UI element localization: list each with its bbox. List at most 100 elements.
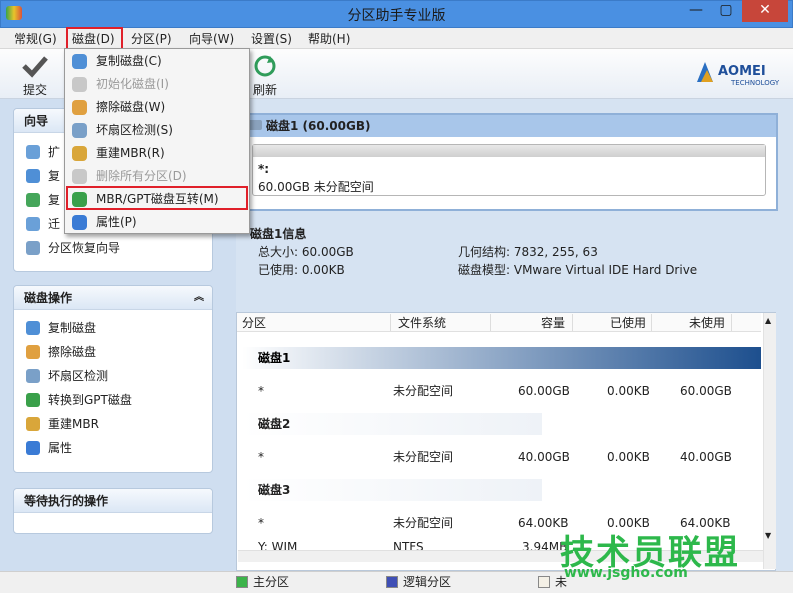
- menu-partition[interactable]: 分区(P): [131, 30, 172, 48]
- table-row-cell: 40.00GB: [680, 450, 732, 464]
- col-capacity[interactable]: 容量: [541, 315, 565, 331]
- maximize-button[interactable]: ▢: [712, 0, 740, 22]
- aomei-logo-icon: [695, 60, 715, 84]
- extend-icon: [26, 145, 40, 159]
- pending-panel: 等待执行的操作: [13, 488, 213, 534]
- brand-name: AOMEI: [718, 64, 766, 79]
- menu-item-rebuild-mbr[interactable]: 重建MBR(R): [66, 142, 248, 164]
- primary-swatch-icon: [236, 576, 248, 588]
- minimize-button[interactable]: —: [682, 0, 710, 22]
- disk-op-rebuild-mbr[interactable]: 重建MBR: [26, 414, 99, 434]
- col-divider: [731, 314, 732, 331]
- legend-logical: 逻辑分区: [386, 575, 451, 589]
- refresh-button[interactable]: 刷新: [250, 54, 280, 97]
- table-row-cell[interactable]: *: [258, 448, 264, 466]
- disk-total-size: 总大小: 60.00GB: [258, 245, 354, 259]
- col-filesystem[interactable]: 文件系统: [398, 315, 446, 331]
- partition-usage-bar: [253, 145, 765, 157]
- table-row-cell: 0.00KB: [607, 450, 650, 464]
- rebuild-mbr-icon: [72, 146, 87, 161]
- menu-item-delete-all: 删除所有分区(D): [66, 165, 248, 187]
- group-disk1[interactable]: 磁盘1: [242, 347, 761, 369]
- scroll-down-icon[interactable]: ▼: [765, 531, 771, 540]
- window-title: 分区助手专业版: [347, 8, 446, 24]
- collapse-icon[interactable]: ︽: [194, 286, 204, 310]
- disk-icon: [248, 120, 262, 130]
- copy-disk-icon: [72, 54, 87, 69]
- init-disk-icon: [72, 77, 87, 92]
- copy-partition-icon: [26, 193, 40, 207]
- table-row-cell[interactable]: *: [258, 382, 264, 400]
- table-row-cell: 未分配空间: [393, 450, 454, 464]
- table-row-cell: 0.00KB: [607, 384, 650, 398]
- legend-primary: 主分区: [236, 575, 289, 589]
- wizard-item-copy-disk[interactable]: 复: [26, 166, 60, 186]
- migrate-icon: [26, 217, 40, 231]
- partition-letter: *:: [258, 162, 270, 176]
- properties-icon: [26, 441, 40, 455]
- col-divider: [572, 314, 573, 331]
- copy-icon: [26, 169, 40, 183]
- menu-wizard[interactable]: 向导(W): [189, 30, 234, 48]
- mbr-gpt-highlight-box: [66, 186, 248, 210]
- checkmark-icon: [22, 56, 48, 78]
- close-button[interactable]: ✕: [742, 0, 788, 22]
- table-row-cell[interactable]: Y: WIM: [258, 538, 297, 550]
- wipe-disk-icon: [26, 345, 40, 359]
- submit-label: 提交: [22, 83, 47, 97]
- logical-swatch-icon: [386, 576, 398, 588]
- table-row-cell[interactable]: *: [258, 514, 264, 532]
- menu-item-properties[interactable]: 属性(P): [66, 211, 248, 233]
- menu-item-bad-sector[interactable]: 坏扇区检测(S): [66, 119, 248, 141]
- convert-gpt-icon: [26, 393, 40, 407]
- table-row-cell: 未分配空间: [393, 516, 454, 530]
- col-divider: [651, 314, 652, 331]
- disk-op-copy[interactable]: 复制磁盘: [26, 318, 96, 338]
- menu-settings[interactable]: 设置(S): [251, 30, 292, 48]
- disk-model: 磁盘模型: VMware Virtual IDE Hard Drive: [458, 263, 698, 277]
- bad-sector-icon: [72, 123, 87, 138]
- disk-card-title: 磁盘1 (60.00GB): [240, 115, 776, 137]
- group-disk3[interactable]: 磁盘3: [242, 479, 542, 501]
- col-divider: [490, 314, 491, 331]
- refresh-icon: [254, 55, 276, 77]
- legend-free: 未: [538, 575, 567, 589]
- disk-op-properties[interactable]: 属性: [26, 438, 72, 458]
- watermark-url: www.jsgho.com: [564, 565, 688, 581]
- menu-help[interactable]: 帮助(H): [308, 30, 350, 48]
- brand-sub: TECHNOLOGY: [731, 79, 780, 87]
- col-free[interactable]: 未使用: [689, 315, 725, 331]
- table-row-cell: NTFS: [393, 540, 424, 550]
- group-disk2[interactable]: 磁盘2: [242, 413, 542, 435]
- wizard-item-recovery[interactable]: 分区恢复向导: [26, 238, 120, 258]
- recovery-icon: [26, 241, 40, 255]
- col-divider: [390, 314, 391, 331]
- col-partition[interactable]: 分区: [242, 315, 266, 331]
- submit-button[interactable]: 提交: [20, 54, 50, 97]
- scroll-up-icon[interactable]: ▲: [765, 316, 771, 325]
- menu-general[interactable]: 常规(G): [14, 30, 57, 48]
- disk-ops-panel-title: 磁盘操作 ︽: [14, 286, 212, 310]
- refresh-label: 刷新: [252, 83, 277, 97]
- disk-op-wipe[interactable]: 擦除磁盘: [26, 342, 96, 362]
- wizard-item-extend[interactable]: 扩: [26, 142, 60, 162]
- menu-item-copy-disk[interactable]: 复制磁盘(C): [66, 50, 248, 72]
- menu-disk-highlight: [66, 27, 123, 50]
- disk-info-title: 磁盘1信息: [250, 227, 307, 241]
- wizard-item-migrate[interactable]: 迁: [26, 214, 60, 234]
- partition-desc: 60.00GB 未分配空间: [258, 180, 374, 194]
- wipe-disk-icon: [72, 100, 87, 115]
- wizard-item-copy-partition[interactable]: 复: [26, 190, 60, 210]
- table-row-cell: 60.00GB: [680, 384, 732, 398]
- delete-all-icon: [72, 169, 87, 184]
- table-header: [237, 313, 761, 332]
- rebuild-mbr-icon: [26, 417, 40, 431]
- col-used[interactable]: 已使用: [610, 315, 646, 331]
- table-row-cell: 40.00GB: [518, 450, 570, 464]
- disk-op-bad-sector[interactable]: 坏扇区检测: [26, 366, 108, 386]
- free-swatch-icon: [538, 576, 550, 588]
- bad-sector-icon: [26, 369, 40, 383]
- menu-item-wipe-disk[interactable]: 擦除磁盘(W): [66, 96, 248, 118]
- disk-op-convert-gpt[interactable]: 转换到GPT磁盘: [26, 390, 132, 410]
- table-row-cell: 60.00GB: [518, 384, 570, 398]
